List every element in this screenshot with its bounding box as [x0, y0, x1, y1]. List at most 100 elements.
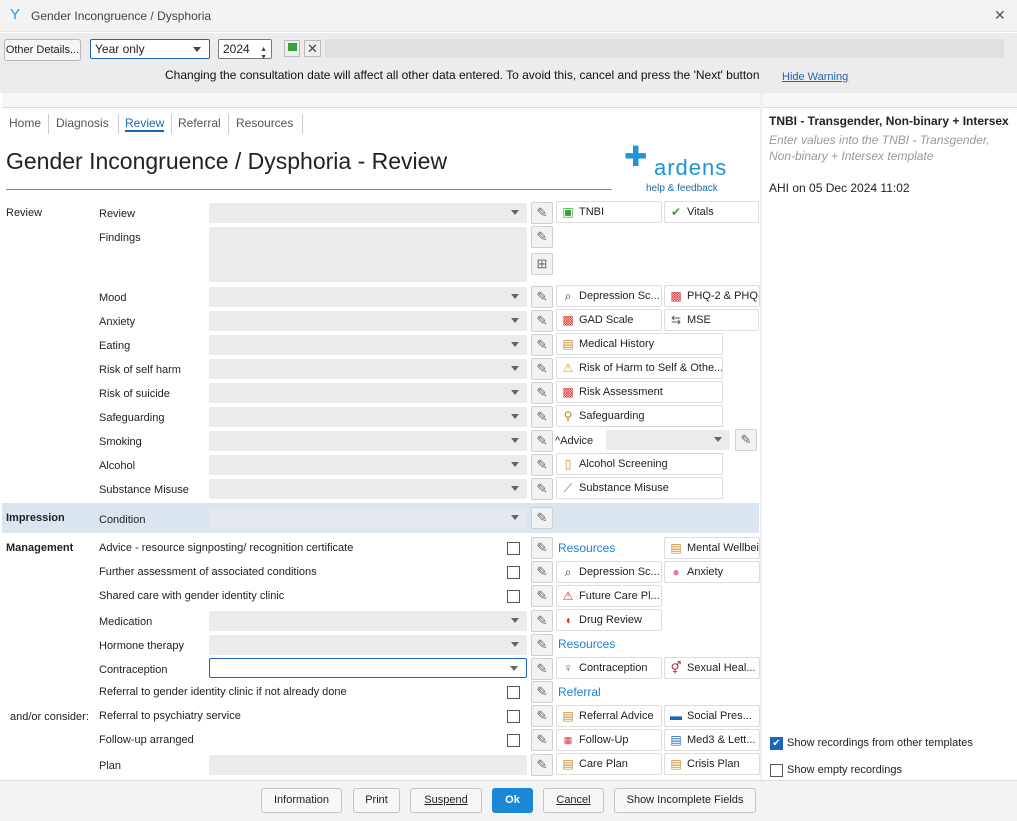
review-dropdown[interactable]: [209, 203, 527, 223]
risk-of-harm-button[interactable]: ⚠ Risk of Harm to Self & Othe...: [556, 357, 723, 379]
show-other-checkbox[interactable]: ✔: [770, 737, 783, 750]
edit-pencil-icon[interactable]: ✎: [531, 454, 553, 476]
follow-up-checkbox[interactable]: [507, 734, 520, 747]
mse-button[interactable]: ⇆ MSE: [664, 309, 759, 331]
care-plan-button[interactable]: ▤ Care Plan: [556, 753, 662, 775]
edit-pencil-icon[interactable]: ✎: [531, 658, 553, 680]
smoking-dropdown[interactable]: [209, 431, 527, 451]
edit-pencil-icon[interactable]: ✎: [531, 681, 553, 703]
plan-input[interactable]: [209, 755, 527, 775]
medical-history-button[interactable]: ▤ Medical History: [556, 333, 723, 355]
findings-textarea[interactable]: [209, 227, 527, 282]
tab-referral[interactable]: Referral: [178, 116, 221, 130]
contraception-dropdown[interactable]: [209, 658, 527, 678]
edit-pencil-icon[interactable]: ✎: [531, 610, 553, 632]
safeguarding-button[interactable]: ⚲ Safeguarding: [556, 405, 723, 427]
mood-dropdown[interactable]: [209, 287, 527, 307]
ok-button[interactable]: Ok: [492, 788, 533, 813]
gad-scale-button[interactable]: ▩ GAD Scale: [556, 309, 662, 331]
information-button[interactable]: Information: [261, 788, 342, 813]
other-details-button[interactable]: Other Details...: [4, 39, 81, 61]
edit-pencil-icon[interactable]: ✎: [531, 430, 553, 452]
advice-resource-checkbox[interactable]: [507, 542, 520, 555]
alcohol-dropdown[interactable]: [209, 455, 527, 475]
referral-gic-checkbox[interactable]: [507, 686, 520, 699]
edit-pencil-icon[interactable]: ✎: [531, 585, 553, 607]
edit-pencil-icon[interactable]: ✎: [531, 537, 553, 559]
eating-dropdown[interactable]: [209, 335, 527, 355]
resources-link-2[interactable]: Resources: [558, 637, 615, 651]
future-care-plan-button[interactable]: ⚠ Future Care Pl...: [556, 585, 662, 607]
edit-pencil-icon[interactable]: ✎: [531, 478, 553, 500]
shared-care-checkbox[interactable]: [507, 590, 520, 603]
year-stepper[interactable]: 2024 ▲ ▼: [218, 39, 272, 61]
tab-review[interactable]: Review: [125, 116, 165, 132]
edit-pencil-icon[interactable]: ✎: [531, 561, 553, 583]
edit-pencil-icon[interactable]: ✎: [531, 310, 553, 332]
edit-pencil-icon[interactable]: ✎: [531, 358, 553, 380]
show-empty-label[interactable]: Show empty recordings: [787, 764, 902, 776]
risk-assessment-button[interactable]: ▩ Risk Assessment: [556, 381, 723, 403]
substance-dropdown[interactable]: [209, 479, 527, 499]
edit-pencil-icon[interactable]: ✎: [531, 634, 553, 656]
edit-pencil-icon[interactable]: ✎: [531, 754, 553, 776]
contraception-button[interactable]: ♀ Contraception: [556, 657, 662, 679]
template-add-icon[interactable]: ⊞: [531, 253, 553, 275]
help-feedback-link[interactable]: help & feedback: [646, 183, 718, 194]
date-mode-select[interactable]: Year only: [90, 39, 210, 59]
tab-resources[interactable]: Resources: [236, 116, 293, 130]
resources-link[interactable]: Resources: [558, 541, 615, 555]
further-assessment-checkbox[interactable]: [507, 566, 520, 579]
clear-date-button[interactable]: ✕: [304, 40, 321, 57]
show-empty-checkbox[interactable]: [770, 764, 783, 777]
advice-dropdown[interactable]: [606, 430, 730, 450]
tnbi-button[interactable]: ▣ TNBI: [556, 201, 662, 223]
edit-pencil-icon[interactable]: ✎: [531, 382, 553, 404]
condition-dropdown[interactable]: [209, 508, 527, 528]
show-incomplete-button[interactable]: Show Incomplete Fields: [614, 788, 756, 813]
edit-pencil-icon[interactable]: ✎: [531, 334, 553, 356]
edit-pencil-icon[interactable]: ✎: [531, 507, 553, 529]
edit-pencil-icon[interactable]: ✎: [531, 729, 553, 751]
edit-pencil-icon[interactable]: ✎: [735, 429, 757, 451]
depression-screen-button[interactable]: ⌕ Depression Sc...: [556, 285, 662, 307]
alcohol-screening-button[interactable]: ▯ Alcohol Screening: [556, 453, 723, 475]
edit-pencil-icon[interactable]: ✎: [531, 202, 553, 224]
referral-advice-button[interactable]: ▤ Referral Advice: [556, 705, 662, 727]
sexual-health-button[interactable]: ⚥ Sexual Heal...: [664, 657, 760, 679]
edit-pencil-icon[interactable]: ✎: [531, 286, 553, 308]
edit-pencil-icon[interactable]: ✎: [531, 226, 553, 248]
mental-wellbeing-button[interactable]: ▤ Mental Wellbei...: [664, 537, 760, 559]
date-text-field[interactable]: [325, 39, 1004, 58]
edit-pencil-icon[interactable]: ✎: [531, 406, 553, 428]
referral-link[interactable]: Referral: [558, 685, 601, 699]
drug-review-button[interactable]: ◖ Drug Review: [556, 609, 662, 631]
vitals-button[interactable]: ✔ Vitals: [664, 201, 759, 223]
close-icon[interactable]: ✕: [994, 7, 1006, 24]
follow-up-button[interactable]: ▦ Follow-Up: [556, 729, 662, 751]
phq-button[interactable]: ▩ PHQ-2 & PHQ-9: [664, 285, 760, 307]
substance-misuse-button[interactable]: ⟋ Substance Misuse: [556, 477, 723, 499]
edit-pencil-icon[interactable]: ✎: [531, 705, 553, 727]
crisis-plan-button[interactable]: ▤ Crisis Plan: [664, 753, 760, 775]
social-prescribing-button[interactable]: ▬ Social Pres...: [664, 705, 760, 727]
suicide-dropdown[interactable]: [209, 383, 527, 403]
hide-warning-link[interactable]: Hide Warning: [782, 71, 848, 83]
medication-dropdown[interactable]: [209, 611, 527, 631]
referral-psychiatry-checkbox[interactable]: [507, 710, 520, 723]
cancel-button[interactable]: Cancel: [543, 788, 604, 813]
flag-button[interactable]: [284, 40, 300, 57]
anxiety-button[interactable]: ● Anxiety: [664, 561, 760, 583]
tab-diagnosis[interactable]: Diagnosis: [56, 116, 109, 130]
stepper-down-icon[interactable]: ▼: [260, 49, 267, 67]
safeguarding-dropdown[interactable]: [209, 407, 527, 427]
show-other-label[interactable]: Show recordings from other templates: [787, 737, 973, 749]
anxiety-dropdown[interactable]: [209, 311, 527, 331]
hormone-dropdown[interactable]: [209, 635, 527, 655]
tab-home[interactable]: Home: [9, 116, 41, 130]
suspend-button[interactable]: Suspend: [410, 788, 482, 813]
print-button[interactable]: Print: [353, 788, 400, 813]
depression-screen-button-2[interactable]: ⌕ Depression Sc...: [556, 561, 662, 583]
med3-letters-button[interactable]: ▤ Med3 & Lett...: [664, 729, 760, 751]
ardens-logo[interactable]: ✚ ardens help & feedback: [622, 143, 730, 195]
